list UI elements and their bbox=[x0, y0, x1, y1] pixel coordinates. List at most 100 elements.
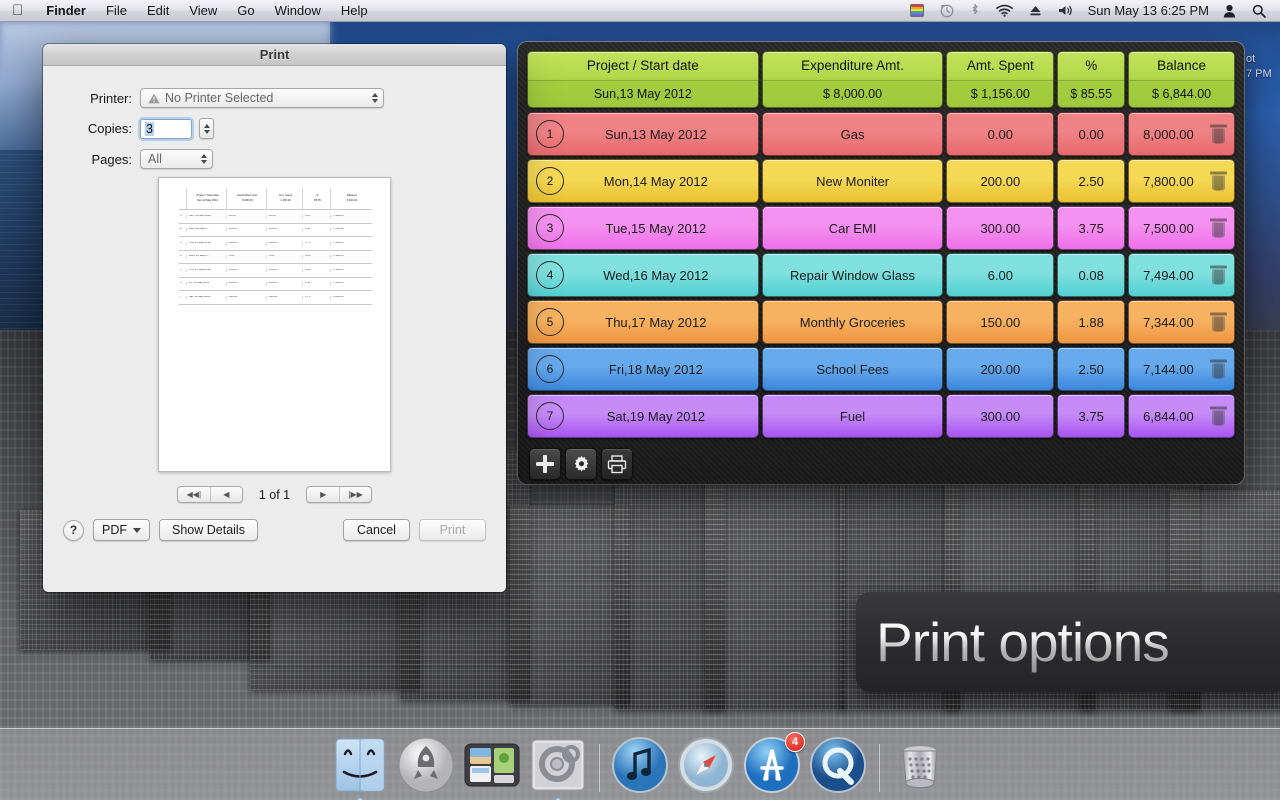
cancel-button[interactable]: Cancel bbox=[343, 519, 410, 541]
printer-select[interactable]: No Printer Selected bbox=[140, 88, 384, 108]
copies-stepper[interactable] bbox=[199, 118, 214, 139]
table-row[interactable]: 5 Thu,17 May 2012 Monthly Groceries 150.00 1… bbox=[527, 300, 1235, 344]
row-balance-cell[interactable]: 7,800.00 bbox=[1128, 159, 1235, 203]
print-button[interactable] bbox=[601, 448, 633, 480]
show-details-button[interactable]: Show Details bbox=[159, 519, 258, 541]
dock-item-itunes[interactable] bbox=[609, 734, 671, 796]
apple-logo-icon[interactable]:  bbox=[0, 3, 36, 18]
dock-item-launchpad[interactable] bbox=[395, 734, 457, 796]
header-cell-spent[interactable]: Amt. Spent $ 1,156.00 bbox=[946, 51, 1055, 108]
bluetooth-icon[interactable] bbox=[962, 0, 988, 22]
nav-first-button[interactable]: ◀◀| bbox=[178, 487, 210, 502]
row-expenditure-cell[interactable]: Repair Window Glass bbox=[761, 253, 944, 297]
row-spent-cell[interactable]: 6.00 bbox=[946, 253, 1055, 297]
row-balance-cell[interactable]: 6,844.00 bbox=[1128, 394, 1235, 438]
menu-item-window[interactable]: Window bbox=[265, 0, 331, 22]
user-account-icon[interactable] bbox=[1215, 0, 1244, 22]
row-spent-cell[interactable]: 0.00 bbox=[946, 112, 1055, 156]
table-row[interactable]: 7 Sat,19 May 2012 Fuel 300.00 3.75 6,844.00 bbox=[527, 394, 1235, 438]
trash-icon[interactable] bbox=[1210, 218, 1227, 238]
volume-icon[interactable] bbox=[1050, 0, 1082, 22]
row-balance-cell[interactable]: 7,494.00 bbox=[1128, 253, 1235, 297]
row-balance-cell[interactable]: 8,000.00 bbox=[1128, 112, 1235, 156]
preview-row: 5 Thu, 17 May 2012 150.00 150.00 1.88 7,332.0… bbox=[179, 264, 372, 278]
wifi-icon[interactable] bbox=[988, 0, 1021, 22]
row-date-cell[interactable]: 5 Thu,17 May 2012 bbox=[527, 300, 759, 344]
table-row[interactable]: 1 Sun,13 May 2012 Gas 0.00 0.00 8,000.00 bbox=[527, 112, 1235, 156]
dock-item-safari[interactable] bbox=[675, 734, 737, 796]
dock-item-system-preferences[interactable] bbox=[527, 734, 589, 800]
dock-item-quicktime[interactable] bbox=[807, 734, 869, 796]
chevron-down-icon bbox=[133, 527, 141, 533]
row-expenditure-cell[interactable]: School Fees bbox=[761, 347, 944, 391]
row-expenditure-cell[interactable]: Monthly Groceries bbox=[761, 300, 944, 344]
dock-item-finder[interactable] bbox=[329, 734, 391, 800]
dock-item-trash[interactable] bbox=[889, 734, 951, 796]
row-date-cell[interactable]: 7 Sat,19 May 2012 bbox=[527, 394, 759, 438]
copies-input[interactable]: 3 bbox=[140, 118, 192, 139]
row-percent-cell[interactable]: 0.00 bbox=[1057, 112, 1126, 156]
row-spent-cell[interactable]: 300.00 bbox=[946, 206, 1055, 250]
table-row[interactable]: 4 Wed,16 May 2012 Repair Window Glass 6.00 0… bbox=[527, 253, 1235, 297]
row-spent-cell[interactable]: 200.00 bbox=[946, 347, 1055, 391]
pdf-button[interactable]: PDF bbox=[93, 519, 150, 541]
menu-item-help[interactable]: Help bbox=[331, 0, 378, 22]
row-expenditure-cell[interactable]: New Moniter bbox=[761, 159, 944, 203]
header-cell-project[interactable]: Project / Start date Sun,13 May 2012 bbox=[527, 51, 759, 108]
row-percent-cell[interactable]: 0.08 bbox=[1057, 253, 1126, 297]
row-spent-cell[interactable]: 150.00 bbox=[946, 300, 1055, 344]
table-row[interactable]: 6 Fri,18 May 2012 School Fees 200.00 2.50 7,1… bbox=[527, 347, 1235, 391]
eject-icon[interactable] bbox=[1021, 0, 1050, 22]
print-preview[interactable]: Project / Start date Sun,13 May 2012 Exp… bbox=[158, 177, 391, 472]
menubar-clock[interactable]: Sun May 13 6:25 PM bbox=[1082, 3, 1215, 18]
preview-cell-percent: 1.88 bbox=[303, 268, 331, 272]
header-cell-balance[interactable]: Balance $ 6,844.00 bbox=[1128, 51, 1235, 108]
header-cell-percent[interactable]: % $ 85.55 bbox=[1057, 51, 1126, 108]
row-percent-cell[interactable]: 3.75 bbox=[1057, 206, 1126, 250]
row-expenditure-cell[interactable]: Car EMI bbox=[761, 206, 944, 250]
row-date-cell[interactable]: 3 Tue,15 May 2012 bbox=[527, 206, 759, 250]
menu-item-edit[interactable]: Edit bbox=[137, 0, 179, 22]
menu-item-go[interactable]: Go bbox=[227, 0, 264, 22]
rainbow-app-icon[interactable] bbox=[902, 0, 932, 22]
trash-icon[interactable] bbox=[1210, 312, 1227, 332]
row-spent-cell[interactable]: 200.00 bbox=[946, 159, 1055, 203]
dock-item-app-store[interactable]: 4 bbox=[741, 732, 805, 796]
pages-select[interactable]: All bbox=[140, 149, 213, 169]
row-balance-cell[interactable]: 7,144.00 bbox=[1128, 347, 1235, 391]
row-balance-cell[interactable]: 7,500.00 bbox=[1128, 206, 1235, 250]
trash-icon[interactable] bbox=[1210, 171, 1227, 191]
nav-prev-button[interactable]: ◀ bbox=[209, 487, 242, 502]
trash-icon[interactable] bbox=[1210, 124, 1227, 144]
add-row-button[interactable] bbox=[529, 448, 561, 480]
row-expenditure-cell[interactable]: Gas bbox=[761, 112, 944, 156]
row-balance-cell[interactable]: 7,344.00 bbox=[1128, 300, 1235, 344]
row-date-cell[interactable]: 1 Sun,13 May 2012 bbox=[527, 112, 759, 156]
table-row[interactable]: 3 Tue,15 May 2012 Car EMI 300.00 3.75 7,500.0… bbox=[527, 206, 1235, 250]
menu-item-file[interactable]: File bbox=[96, 0, 137, 22]
dock-item-mission-control[interactable] bbox=[461, 734, 523, 796]
row-percent-cell[interactable]: 1.88 bbox=[1057, 300, 1126, 344]
row-percent-cell[interactable]: 2.50 bbox=[1057, 347, 1126, 391]
table-row[interactable]: 2 Mon,14 May 2012 New Moniter 200.00 2.50 7,8… bbox=[527, 159, 1235, 203]
row-date-cell[interactable]: 6 Fri,18 May 2012 bbox=[527, 347, 759, 391]
time-machine-icon[interactable] bbox=[932, 0, 962, 22]
settings-button[interactable] bbox=[565, 448, 597, 480]
nav-last-button[interactable]: |▶▶ bbox=[339, 487, 371, 502]
row-spent-cell[interactable]: 300.00 bbox=[946, 394, 1055, 438]
row-date-cell[interactable]: 4 Wed,16 May 2012 bbox=[527, 253, 759, 297]
row-expenditure-cell[interactable]: Fuel bbox=[761, 394, 944, 438]
menu-item-finder[interactable]: Finder bbox=[36, 0, 96, 22]
row-date-cell[interactable]: 2 Mon,14 May 2012 bbox=[527, 159, 759, 203]
help-button[interactable]: ? bbox=[63, 519, 84, 541]
row-percent-cell[interactable]: 2.50 bbox=[1057, 159, 1126, 203]
header-cell-expenditure[interactable]: Expenditure Amt. $ 8,000.00 bbox=[761, 51, 944, 108]
menu-item-view[interactable]: View bbox=[179, 0, 227, 22]
nav-next-button[interactable]: ▶ bbox=[307, 487, 339, 502]
pages-value: All bbox=[148, 152, 162, 166]
trash-icon[interactable] bbox=[1210, 406, 1227, 426]
row-percent-cell[interactable]: 3.75 bbox=[1057, 394, 1126, 438]
spotlight-search-icon[interactable] bbox=[1244, 0, 1274, 22]
trash-icon[interactable] bbox=[1210, 265, 1227, 285]
trash-icon[interactable] bbox=[1210, 359, 1227, 379]
